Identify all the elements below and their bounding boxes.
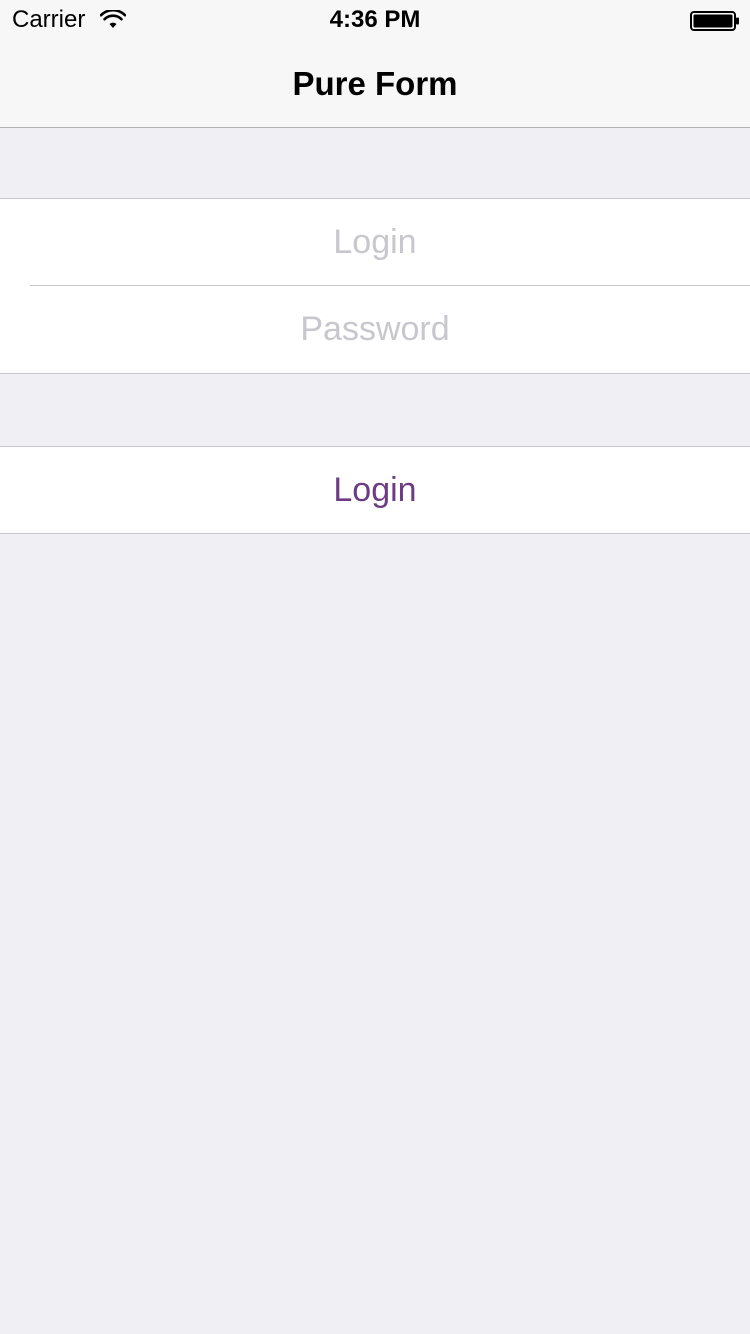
login-input[interactable] (30, 223, 720, 262)
page-title: Pure Form (292, 65, 458, 102)
password-field-row (0, 286, 750, 373)
battery-full-icon (690, 11, 739, 31)
login-action-section: Login (0, 446, 750, 534)
login-button[interactable]: Login (333, 470, 416, 510)
status-bar: Carrier 4:36 PM (0, 0, 750, 40)
login-field-row (0, 199, 750, 286)
password-input[interactable] (30, 310, 720, 349)
navigation-bar: Carrier 4:36 PM Pure Form (0, 0, 750, 128)
status-time: 4:36 PM (329, 6, 421, 33)
login-form-section (0, 198, 750, 374)
